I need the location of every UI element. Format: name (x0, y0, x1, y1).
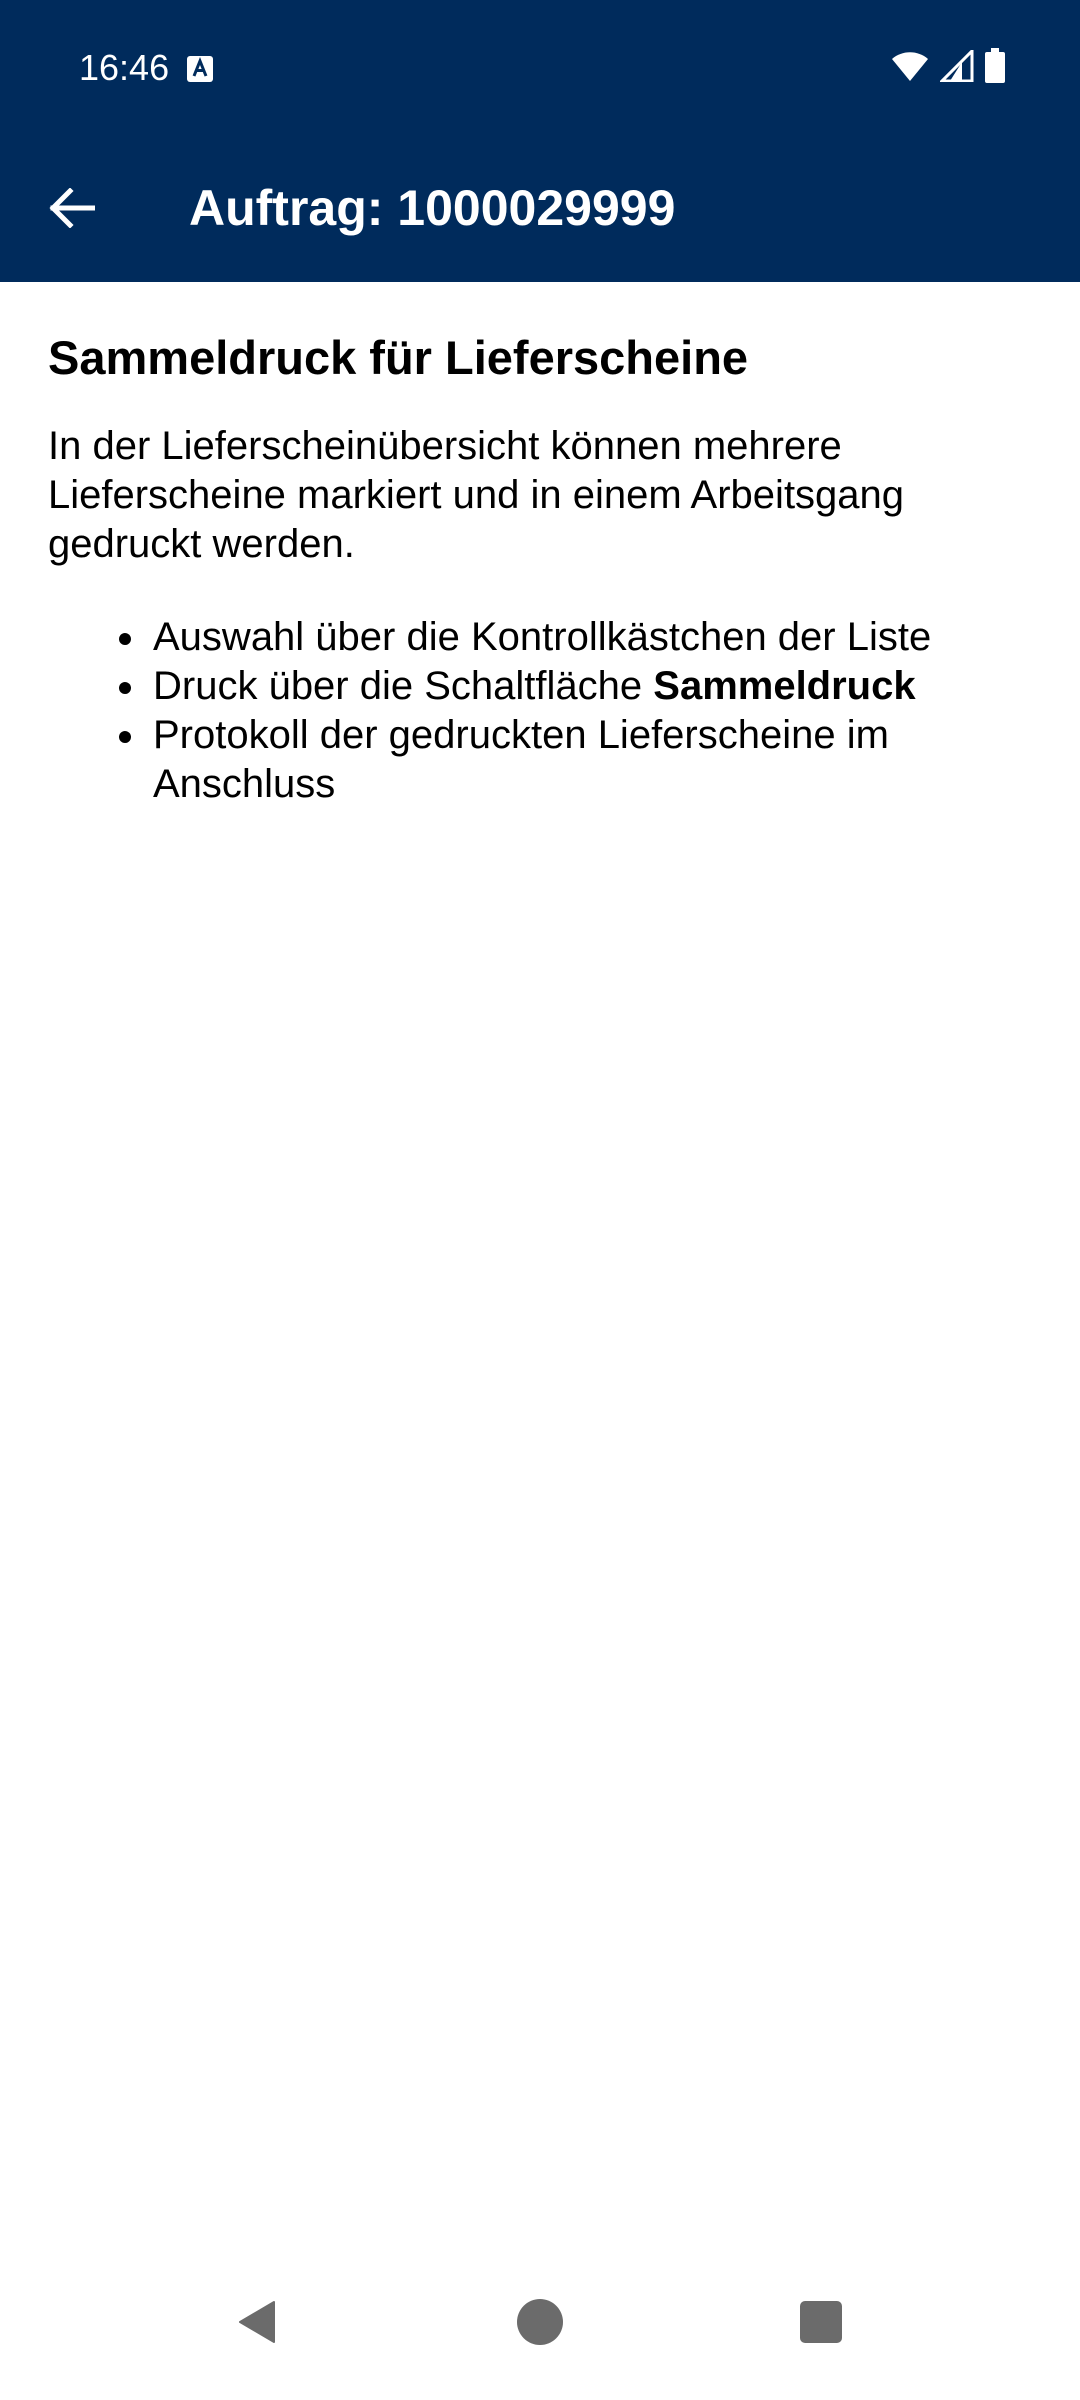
list-item-text: Auswahl über die Kontrollkästchen der Li… (153, 615, 932, 659)
nav-home-icon[interactable] (517, 2299, 563, 2345)
status-time: 16:46 (79, 47, 170, 88)
content-intro: In der Lieferscheinübersicht können mehr… (48, 424, 905, 566)
arrow-left-icon (49, 186, 96, 233)
keyboard-a-icon (186, 55, 214, 83)
status-icons (890, 46, 1006, 89)
list-item-bold-term: Sammeldruck (653, 664, 916, 708)
nav-recents-icon[interactable] (800, 2301, 842, 2343)
app-bar: Auftrag: 1000029999 (0, 136, 1080, 282)
signal-icon (938, 46, 974, 87)
nav-back-icon[interactable] (234, 2298, 282, 2346)
bullet-list: Auswahl über die Kontrollkästchen der Li… (48, 613, 1038, 809)
list-item: Auswahl über die Kontrollkästchen der Li… (119, 613, 1038, 662)
back-button[interactable] (30, 168, 114, 252)
list-item: Druck über die Schaltfläche Sammeldruck (119, 662, 1038, 711)
header: 16:46 Auftrag: 1000029999 (0, 0, 1080, 282)
system-nav-bar (0, 2268, 1080, 2400)
battery-icon (984, 47, 1006, 89)
list-item: Protokoll der gedruckten Lieferscheine i… (119, 711, 1038, 809)
bullet-icon (119, 633, 131, 645)
status-bar: 16:46 (0, 0, 1080, 136)
wifi-icon (890, 50, 930, 87)
help-content: Sammeldruck für Lieferscheine In der Lie… (48, 282, 1038, 809)
list-item-text: Druck über die Schaltfläche (153, 664, 654, 708)
bullet-icon (119, 682, 131, 694)
screen: 16:46 Auftrag: 1000029999 Sammeldruck fü… (0, 0, 1080, 2400)
bullet-icon (119, 731, 131, 743)
content-title: Sammeldruck für Lieferscheine (48, 331, 749, 384)
page-title: Auftrag: 1000029999 (189, 180, 676, 236)
list-item-text: Protokoll der gedruckten Lieferscheine i… (153, 713, 889, 806)
